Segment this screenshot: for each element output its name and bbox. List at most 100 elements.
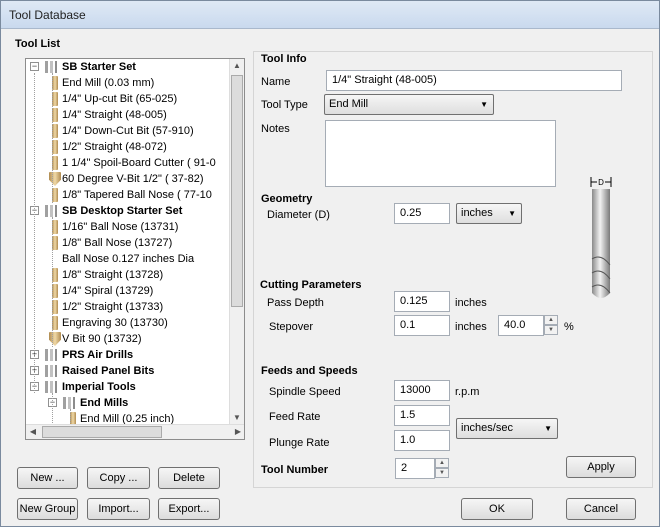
import-button[interactable]: Import...: [87, 498, 150, 520]
notes-textarea[interactable]: [325, 120, 556, 187]
tree-item-label: 60 Degree V-Bit 1/2" ( 37-82): [62, 173, 204, 185]
tool-group-icon: [44, 60, 58, 74]
stepover-label: Stepover: [269, 321, 314, 333]
copy-button[interactable]: Copy ...: [87, 467, 150, 489]
name-label: Name: [261, 76, 291, 88]
tool-group-icon: [44, 364, 58, 378]
tree-item-label: SB Desktop Starter Set: [62, 205, 183, 217]
tree-tool-item[interactable]: V Bit 90 (13732): [26, 331, 236, 347]
tree-tool-item[interactable]: 1/4" Up-cut Bit (65-025): [26, 91, 236, 107]
stepover-percent-input[interactable]: 40.0: [498, 315, 544, 336]
spin-down-icon[interactable]: ▼: [435, 468, 449, 478]
tree-group-item[interactable]: + Raised Panel Bits: [26, 363, 236, 379]
chevron-down-icon: ▼: [480, 100, 488, 109]
tree-tool-item[interactable]: 1/4" Straight (48-005): [26, 107, 236, 123]
tool-group-icon: [62, 396, 76, 410]
tree-hscroll-thumb[interactable]: [42, 426, 162, 438]
tool-type-value: End Mill: [329, 98, 369, 110]
tool-type-label: Tool Type: [261, 99, 308, 111]
tree-group-item[interactable]: − Imperial Tools: [26, 379, 236, 395]
tree-vertical-scrollbar[interactable]: ▲ ▼: [229, 59, 244, 425]
tree-tool-item[interactable]: 1/8" Straight (13728): [26, 267, 236, 283]
scroll-right-icon[interactable]: ▶: [231, 425, 244, 439]
tree-item-label: PRS Air Drills: [62, 349, 134, 361]
rate-units-select[interactable]: inches/sec ▼: [456, 418, 558, 439]
tool-info-heading: Tool Info: [261, 53, 307, 65]
apply-button[interactable]: Apply: [566, 456, 636, 478]
tool-list-label: Tool List: [15, 38, 61, 50]
new-group-button[interactable]: New Group: [17, 498, 78, 520]
tree-tool-item[interactable]: Ball Nose 0.127 inches Dia: [26, 251, 236, 267]
tree-item-label: Raised Panel Bits: [62, 365, 155, 377]
diameter-diagram-label: D: [598, 178, 604, 187]
spin-down-icon[interactable]: ▼: [544, 325, 558, 335]
tree-tool-item[interactable]: 1 1/4" Spoil-Board Cutter ( 91-0: [26, 155, 236, 171]
tree-group-item[interactable]: − SB Desktop Starter Set: [26, 203, 236, 219]
tree-tool-item[interactable]: 1/16" Ball Nose (13731): [26, 219, 236, 235]
tree-item-label: Imperial Tools: [62, 381, 136, 393]
tree-tool-item[interactable]: Engraving 30 (13730): [26, 315, 236, 331]
cutting-parameters-heading: Cutting Parameters: [260, 279, 362, 291]
tree-horizontal-scrollbar[interactable]: ◀ ▶: [26, 424, 244, 439]
title-bar[interactable]: Tool Database: [1, 1, 659, 29]
scroll-down-icon[interactable]: ▼: [230, 411, 244, 425]
name-input[interactable]: 1/4" Straight (48-005): [326, 70, 622, 91]
spin-up-icon[interactable]: ▲: [544, 315, 558, 325]
tree-item-label: 1/4" Down-Cut Bit (57-910): [62, 125, 194, 137]
spindle-speed-label: Spindle Speed: [269, 386, 341, 398]
diameter-input[interactable]: 0.25: [394, 203, 450, 224]
tree-connector-line: [52, 217, 53, 347]
tree-item-label: V Bit 90 (13732): [62, 333, 142, 345]
tool-number-spinner[interactable]: ▲ ▼: [435, 458, 449, 479]
tree-tool-item[interactable]: 1/2" Straight (13733): [26, 299, 236, 315]
stepover-percent-spinner[interactable]: ▲ ▼: [544, 315, 558, 336]
tree-connector-line: [52, 73, 53, 203]
tree-vscroll-thumb[interactable]: [231, 75, 243, 307]
v-bit-icon: [49, 332, 61, 346]
plunge-rate-input[interactable]: 1.0: [394, 430, 450, 451]
tree-tool-item[interactable]: 1/4" Down-Cut Bit (57-910): [26, 123, 236, 139]
scroll-left-icon[interactable]: ◀: [26, 425, 40, 439]
tool-type-select[interactable]: End Mill ▼: [324, 94, 494, 115]
tree-tool-item[interactable]: 1/8" Ball Nose (13727): [26, 235, 236, 251]
new-button[interactable]: New ...: [17, 467, 78, 489]
tool-tree[interactable]: − SB Starter Set End Mill (0.03 mm) 1/4" U…: [25, 58, 245, 440]
tree-tool-item[interactable]: 1/4" Spiral (13729): [26, 283, 236, 299]
geometry-units-select[interactable]: inches ▼: [456, 203, 522, 224]
tool-number-input[interactable]: 2: [395, 458, 435, 479]
chevron-down-icon: ▼: [544, 424, 552, 433]
stepover-input[interactable]: 0.1: [394, 315, 450, 336]
ok-button[interactable]: OK: [461, 498, 533, 520]
tree-tool-item[interactable]: End Mill (0.03 mm): [26, 75, 236, 91]
collapse-icon[interactable]: −: [30, 62, 39, 71]
spindle-speed-input[interactable]: 13000: [394, 380, 450, 401]
tree-tool-item[interactable]: 60 Degree V-Bit 1/2" ( 37-82): [26, 171, 236, 187]
tree-item-label: End Mill (0.03 mm): [62, 77, 155, 89]
tool-number-label: Tool Number: [261, 464, 329, 476]
tree-item-label: SB Starter Set: [62, 61, 136, 73]
plunge-rate-label: Plunge Rate: [269, 437, 330, 449]
tool-group-icon: [44, 348, 58, 362]
tree-group-item[interactable]: − End Mills: [26, 395, 236, 411]
window-title: Tool Database: [9, 8, 86, 22]
pass-depth-input[interactable]: 0.125: [394, 291, 450, 312]
end-mill-diagram-icon: D: [590, 177, 612, 298]
tree-item-label: 1/2" Straight (48-072): [62, 141, 167, 153]
percent-sign: %: [564, 321, 574, 333]
delete-button[interactable]: Delete: [158, 467, 220, 489]
tree-group-item[interactable]: − SB Starter Set: [26, 59, 236, 75]
diameter-label: Diameter (D): [267, 209, 330, 221]
export-button[interactable]: Export...: [158, 498, 220, 520]
scroll-up-icon[interactable]: ▲: [230, 59, 244, 73]
tree-item-label: End Mills: [80, 397, 129, 409]
feed-rate-input[interactable]: 1.5: [394, 405, 450, 426]
tree-tool-item[interactable]: 1/8" Tapered Ball Nose ( 77-10: [26, 187, 236, 203]
pass-depth-label: Pass Depth: [267, 297, 324, 309]
tree-tool-item[interactable]: 1/2" Straight (48-072): [26, 139, 236, 155]
cancel-button[interactable]: Cancel: [566, 498, 636, 520]
spin-up-icon[interactable]: ▲: [435, 458, 449, 468]
feeds-speeds-heading: Feeds and Speeds: [261, 365, 358, 377]
tree-group-item[interactable]: + PRS Air Drills: [26, 347, 236, 363]
tree-item-label: Engraving 30 (13730): [62, 317, 168, 329]
tree-item-label: 1/4" Spiral (13729): [62, 285, 154, 297]
